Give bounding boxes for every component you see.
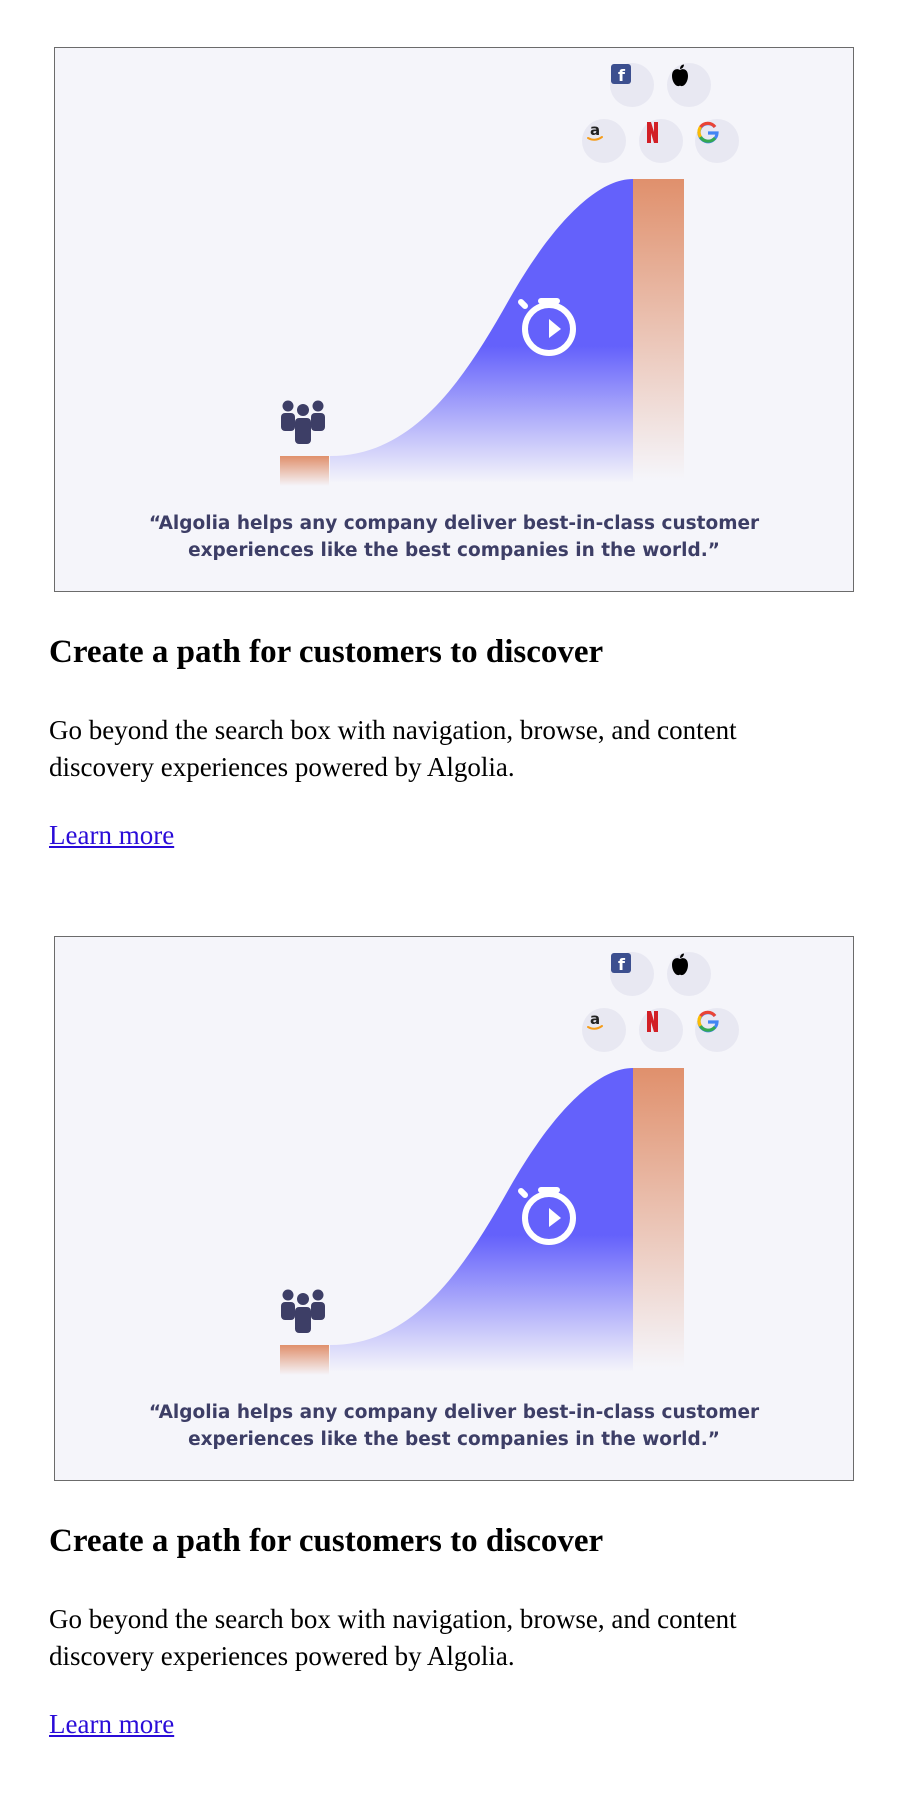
netflix-logo-badge [639,1008,683,1052]
quote-line: “Algolia helps any company deliver best-… [148,513,760,534]
growth-curve [330,1068,633,1372]
team-icon [281,1289,325,1333]
apple-logo-badge [667,952,711,996]
netflix-icon [647,122,658,143]
netflix-icon [647,1011,658,1032]
facebook-icon: f [611,64,631,85]
growth-illustration: f a “Algolia helps any company deliver b… [54,936,854,1481]
feature-section: f a “Algolia helps any company deliver b… [49,936,869,1743]
facebook-icon: f [611,953,631,974]
end-bar [633,179,684,479]
section-description: Go beyond the search box with navigation… [49,715,737,782]
feature-section: f a “Algolia helps any company deliver b… [49,47,869,854]
quote-line: experiences like the best companies in t… [188,540,720,561]
google-logo-badge [695,119,739,163]
apple-icon [672,953,688,976]
testimonial-quote: “Algolia helps any company deliver best-… [55,510,853,564]
team-icon [281,400,325,444]
testimonial-quote: “Algolia helps any company deliver best-… [55,1399,853,1453]
netflix-logo-badge [639,119,683,163]
apple-icon [672,64,688,87]
svg-text:f: f [618,955,626,974]
amazon-logo-badge: a [582,119,626,163]
facebook-logo-badge: f [610,63,654,107]
growth-curve [330,179,633,483]
google-icon [697,121,719,144]
amazon-icon: a [587,1010,603,1030]
start-bar [280,456,329,486]
end-bar [633,1068,684,1368]
svg-text:a: a [590,121,600,139]
quote-line: “Algolia helps any company deliver best-… [148,1402,760,1423]
amazon-icon: a [587,121,603,141]
section-description: Go beyond the search box with navigation… [49,1604,737,1671]
svg-text:f: f [618,66,626,85]
start-bar [280,1345,329,1375]
google-logo-badge [695,1008,739,1052]
google-icon [697,1010,719,1033]
apple-logo-badge [667,63,711,107]
amazon-logo-badge: a [582,1008,626,1052]
facebook-logo-badge: f [610,952,654,996]
section-heading: Create a path for customers to discover [49,1523,604,1559]
svg-text:a: a [590,1010,600,1028]
section-heading: Create a path for customers to discover [49,634,604,670]
quote-line: experiences like the best companies in t… [188,1429,720,1450]
learn-more-link[interactable]: Learn more [49,817,174,854]
learn-more-link[interactable]: Learn more [49,1706,174,1743]
growth-illustration: f a “Algolia helps any company deliver b… [54,47,854,592]
